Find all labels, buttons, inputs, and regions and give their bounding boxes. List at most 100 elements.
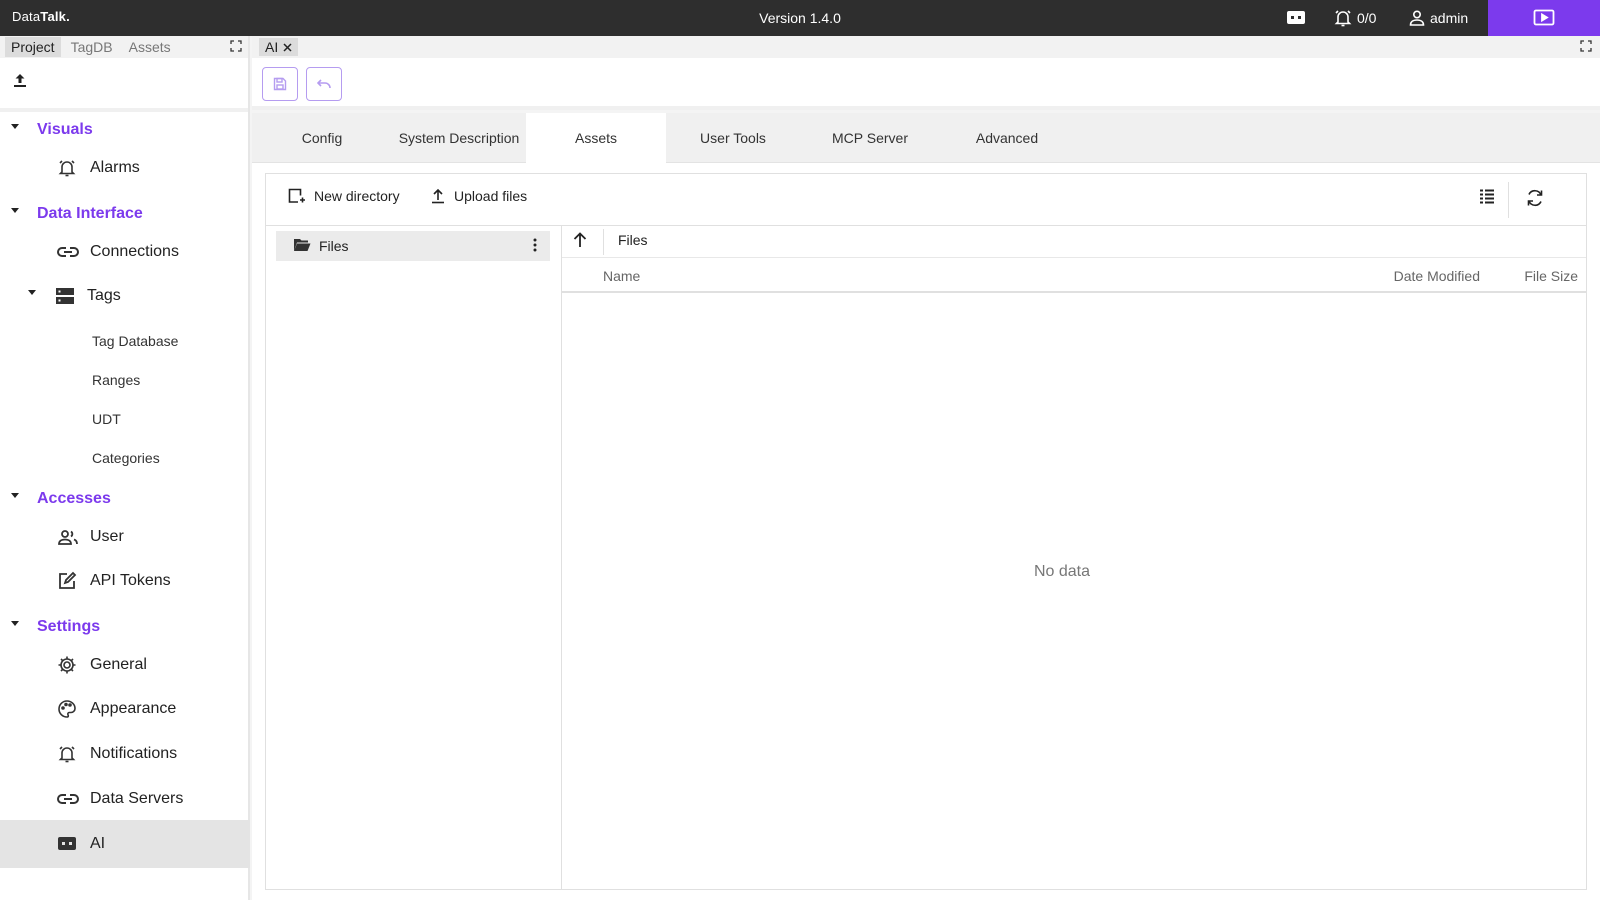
settings-tabs: Config System Description Assets User To… bbox=[252, 113, 1600, 163]
upload-icon bbox=[430, 188, 446, 204]
document-tab-label: AI bbox=[265, 39, 279, 55]
alarm-bell-icon bbox=[57, 744, 77, 764]
folder-tree: Files bbox=[266, 226, 562, 889]
new-folder-icon bbox=[288, 188, 306, 204]
tab-tagdb[interactable]: TagDB bbox=[65, 37, 119, 57]
palette-icon bbox=[57, 699, 77, 719]
file-manager-toolbar: New directory Upload files bbox=[266, 174, 1586, 226]
alarm-bell-icon bbox=[57, 158, 77, 178]
sidebar-item-categories[interactable]: Categories bbox=[0, 440, 250, 476]
column-date-modified[interactable]: Date Modified bbox=[1394, 268, 1480, 284]
undo-icon bbox=[317, 78, 331, 90]
tab-assets[interactable]: Assets bbox=[123, 37, 177, 57]
alarms-indicator[interactable]: 0/0 bbox=[1333, 0, 1376, 36]
users-icon bbox=[57, 528, 79, 546]
project-panel: Project TagDB Assets Visuals Alarms Data… bbox=[0, 36, 250, 900]
section-accesses[interactable]: Accesses bbox=[0, 485, 248, 513]
tab-user-tools[interactable]: User Tools bbox=[663, 113, 803, 163]
sidebar-item-label: Connections bbox=[90, 243, 179, 260]
section-data-interface[interactable]: Data Interface bbox=[0, 200, 248, 228]
ai-settings-panel: Config System Description Assets User To… bbox=[252, 113, 1600, 900]
arrow-up-icon[interactable] bbox=[572, 231, 588, 249]
sidebar-item-label: Alarms bbox=[90, 159, 140, 176]
column-name[interactable]: Name bbox=[603, 268, 640, 284]
path-bar: Files bbox=[562, 226, 1586, 258]
folder-tree-item[interactable]: Files bbox=[276, 231, 550, 261]
sidebar-item-label: UDT bbox=[92, 411, 121, 427]
folder-open-icon bbox=[293, 238, 311, 252]
folder-name: Files bbox=[319, 238, 349, 254]
sidebar-item-tags[interactable]: Tags bbox=[0, 276, 250, 316]
column-file-size[interactable]: File Size bbox=[1524, 268, 1578, 284]
sidebar-item-udt[interactable]: UDT bbox=[0, 401, 250, 437]
section-label: Accesses bbox=[37, 490, 111, 507]
top-bar: DataTalk. Version 1.4.0 0/0 admin bbox=[0, 0, 1600, 36]
file-list-header: Name Date Modified File Size bbox=[562, 259, 1586, 293]
tab-project[interactable]: Project bbox=[5, 37, 61, 57]
sidebar-item-ranges[interactable]: Ranges bbox=[0, 362, 250, 398]
edit-box-icon bbox=[57, 571, 77, 591]
maximize-icon[interactable] bbox=[1580, 40, 1592, 52]
sidebar-item-tag-database[interactable]: Tag Database bbox=[0, 323, 250, 359]
tab-system-description[interactable]: System Description bbox=[389, 113, 529, 163]
sidebar-item-label: Appearance bbox=[90, 700, 177, 717]
sidebar-item-label: Tag Database bbox=[92, 333, 179, 349]
storage-icon bbox=[55, 287, 75, 305]
tab-config[interactable]: Config bbox=[252, 113, 392, 163]
sidebar-item-label: Tags bbox=[87, 287, 121, 304]
new-directory-button[interactable]: New directory bbox=[288, 188, 400, 204]
person-icon bbox=[1408, 9, 1426, 27]
sidebar-item-label: Ranges bbox=[92, 372, 141, 388]
upload-files-button[interactable]: Upload files bbox=[430, 188, 527, 204]
tab-advanced[interactable]: Advanced bbox=[937, 113, 1077, 163]
sidebar-item-notifications[interactable]: Notifications bbox=[0, 734, 250, 774]
left-panel-tabs: Project TagDB Assets bbox=[0, 36, 248, 58]
toolbar-divider bbox=[1508, 182, 1509, 218]
alarm-bell-icon bbox=[1333, 8, 1353, 28]
upload-icon[interactable] bbox=[12, 72, 28, 88]
sidebar-item-ai[interactable]: AI bbox=[0, 820, 250, 868]
sidebar-item-appearance[interactable]: Appearance bbox=[0, 689, 250, 729]
brand-text-part2: Talk. bbox=[40, 9, 70, 24]
sidebar-item-connections[interactable]: Connections bbox=[0, 232, 250, 272]
section-label: Data Interface bbox=[37, 205, 143, 222]
sidebar-item-label: API Tokens bbox=[90, 572, 171, 589]
link-icon bbox=[57, 793, 79, 805]
save-button[interactable] bbox=[262, 67, 298, 101]
tab-assets[interactable]: Assets bbox=[526, 113, 666, 163]
caret-down-icon bbox=[10, 124, 20, 130]
sidebar-item-alarms[interactable]: Alarms bbox=[0, 148, 250, 188]
sidebar-item-user[interactable]: User bbox=[0, 517, 250, 557]
list-view-icon[interactable] bbox=[1479, 188, 1495, 204]
ai-chat-button[interactable] bbox=[1284, 0, 1308, 36]
empty-state: No data bbox=[1033, 563, 1091, 580]
section-visuals[interactable]: Visuals bbox=[0, 116, 248, 144]
user-menu[interactable]: admin bbox=[1408, 0, 1468, 36]
sidebar-item-label: Notifications bbox=[90, 745, 178, 762]
new-directory-label: New directory bbox=[314, 188, 400, 204]
more-vertical-icon[interactable] bbox=[533, 238, 537, 252]
sidebar-item-general[interactable]: General bbox=[0, 645, 250, 685]
open-runtime-button[interactable] bbox=[1488, 0, 1600, 36]
left-toolbar bbox=[0, 58, 248, 112]
section-settings[interactable]: Settings bbox=[0, 613, 248, 641]
caret-down-icon bbox=[27, 290, 37, 296]
sidebar-item-label: Categories bbox=[92, 450, 160, 466]
section-label: Settings bbox=[37, 618, 101, 635]
ai-chat-icon bbox=[1286, 9, 1306, 27]
refresh-icon[interactable] bbox=[1525, 188, 1545, 208]
maximize-icon[interactable] bbox=[230, 40, 242, 52]
tab-mcp-server[interactable]: MCP Server bbox=[800, 113, 940, 163]
sidebar-item-label: User bbox=[90, 528, 124, 545]
document-tab-ai[interactable]: AI bbox=[259, 38, 299, 56]
upload-files-label: Upload files bbox=[454, 188, 528, 204]
close-icon[interactable] bbox=[283, 42, 292, 52]
sidebar-item-api-tokens[interactable]: API Tokens bbox=[0, 561, 250, 601]
sidebar-item-data-servers[interactable]: Data Servers bbox=[0, 779, 250, 819]
play-screen-icon bbox=[1533, 9, 1555, 27]
undo-button[interactable] bbox=[306, 67, 342, 101]
caret-down-icon bbox=[10, 621, 20, 627]
ai-chat-icon bbox=[57, 835, 77, 853]
sidebar-item-label: AI bbox=[90, 835, 106, 852]
alarm-count: 0/0 bbox=[1357, 10, 1377, 26]
